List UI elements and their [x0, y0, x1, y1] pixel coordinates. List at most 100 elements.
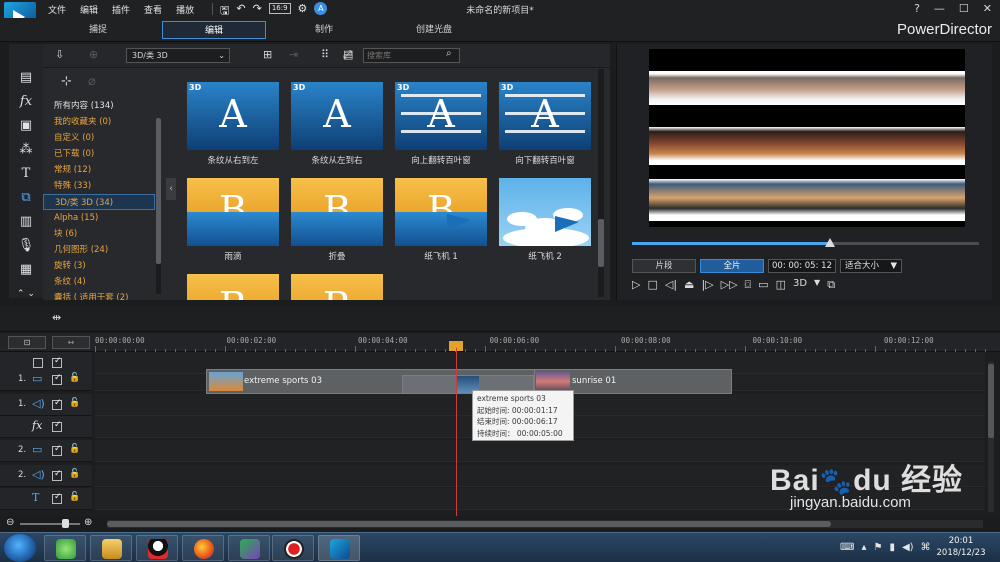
timeline-vertical-scrollbar[interactable] [988, 362, 994, 512]
transition-tile[interactable]: B [187, 274, 279, 300]
collapse-panel-button[interactable]: ‹ [166, 178, 176, 200]
maximize-icon[interactable]: ☐ [959, 2, 969, 15]
preview-scrubber[interactable] [632, 238, 979, 247]
movie-mode-button[interactable]: 全片 [700, 259, 764, 273]
select-all-box[interactable] [33, 358, 43, 368]
help-icon[interactable]: ? [914, 2, 920, 15]
category-item[interactable]: 囊括 ( 适用于套 (2) [43, 290, 155, 300]
tab-edit[interactable]: 编辑 [162, 21, 266, 39]
title-room-icon[interactable]: T [9, 162, 43, 186]
chapter-room-icon[interactable]: ▦ [9, 258, 43, 282]
import-media-icon[interactable]: ⇩ [55, 48, 64, 61]
timeline-view-button[interactable]: ⊡ [8, 336, 46, 349]
track-enable-checkbox[interactable] [52, 420, 62, 432]
taskbar-app-firefox[interactable] [182, 535, 224, 561]
timeline-horizontal-scrollbar[interactable] [107, 520, 983, 528]
particle-room-icon[interactable]: ⁂ [9, 138, 43, 162]
track-lock-icon[interactable]: 🔓 [69, 469, 80, 479]
transition-tile[interactable]: B 纸飞机 1 [395, 178, 487, 262]
system-clock[interactable]: 20:01 2018/12/23 [926, 535, 996, 559]
search-icon[interactable]: ⌕ [446, 48, 452, 59]
transition-tile[interactable]: B 雨滴 [187, 178, 279, 262]
tray-expand-icon[interactable]: ▴ [861, 542, 866, 553]
zoom-out-icon[interactable]: ⊖ [6, 517, 14, 528]
security-flag-icon[interactable]: ⚑ [873, 542, 882, 553]
voiceover-room-icon[interactable]: 🎙 [9, 234, 43, 258]
transition-tile[interactable]: B [291, 274, 383, 300]
zoom-slider[interactable] [20, 523, 80, 525]
track-lock-icon[interactable]: 🔓 [69, 492, 80, 502]
speaker-icon[interactable]: ◀) [902, 542, 914, 553]
menu-file[interactable]: 文件 [48, 3, 66, 16]
network-icon[interactable]: ▮ [889, 542, 895, 553]
fit-size-select[interactable]: 适合大小 ▼ [840, 259, 902, 273]
clip-mode-button[interactable]: 片段 [632, 259, 696, 273]
transition-tile[interactable]: B 折叠 [291, 178, 383, 262]
track-enable-checkbox[interactable] [52, 469, 62, 481]
menu-edit[interactable]: 编辑 [80, 3, 98, 16]
timeline-vscroll-thumb[interactable] [988, 364, 994, 438]
volume-icon[interactable]: ◫ [776, 278, 786, 292]
tab-create-disc[interactable]: 创建光盘 [382, 21, 486, 39]
scrubber-handle[interactable] [824, 238, 835, 247]
category-item[interactable]: 所有内容 (134) [43, 98, 155, 114]
category-scrollbar[interactable] [156, 118, 161, 294]
storyboard-view-button[interactable]: ⇿ [52, 336, 90, 349]
category-item[interactable]: 条纹 (4) [43, 274, 155, 290]
category-item[interactable]: 已下载 (0) [43, 146, 155, 162]
next-frame-icon[interactable]: |▷ [701, 278, 713, 292]
transition-tile[interactable]: 纸飞机 2 [499, 178, 591, 262]
category-select[interactable]: 3D/类 3D ⌄ [126, 48, 230, 63]
category-item[interactable]: 几何图形 (24) [43, 242, 155, 258]
category-item[interactable]: 我的收藏夹 (0) [43, 114, 155, 130]
taskbar-app-qq[interactable] [136, 535, 178, 561]
play-icon[interactable]: ▷ [632, 278, 640, 292]
expand-icon[interactable]: ⤢ [343, 48, 352, 62]
keyboard-icon[interactable]: ⌨ [840, 542, 854, 553]
taskbar-app-explorer[interactable] [90, 535, 132, 561]
start-button-icon[interactable] [4, 534, 36, 562]
category-scroll-thumb[interactable] [156, 118, 161, 264]
track-enable-checkbox[interactable] [52, 373, 62, 385]
close-icon[interactable]: ✕ [983, 2, 992, 15]
tab-produce[interactable]: 制作 [272, 21, 376, 39]
taskbar-app-powerdirector[interactable] [318, 535, 360, 561]
snapshot-marker-icon[interactable]: ⏏ [684, 278, 694, 292]
track-enable-checkbox[interactable] [52, 444, 62, 456]
transition-tile[interactable]: A 3D 条纹从左到右 [291, 82, 383, 166]
category-item[interactable]: 常规 (12) [43, 162, 155, 178]
subtitle-icon[interactable]: ▭ [758, 278, 768, 292]
category-item[interactable]: 3D/类 3D (34) [43, 194, 155, 210]
category-item[interactable]: 特殊 (33) [43, 178, 155, 194]
category-item[interactable]: Alpha (15) [43, 210, 155, 226]
camera-snapshot-icon[interactable]: ⌼ [745, 278, 752, 292]
stop-icon[interactable]: □ [647, 278, 657, 292]
add-to-timeline-icon[interactable]: ⊞ [263, 48, 272, 61]
grid-scrollbar[interactable] [598, 69, 604, 297]
add-category-icon[interactable]: ⊹ [61, 74, 72, 89]
track-enable-checkbox[interactable] [52, 492, 62, 504]
undock-preview-icon[interactable]: ⧉ [827, 278, 835, 292]
track-lock-icon[interactable]: 🔓 [69, 444, 80, 454]
track-enable-checkbox[interactable] [52, 356, 62, 368]
3d-mode-button[interactable]: 3D [793, 278, 807, 292]
audio-mixing-room-icon[interactable]: ▥ [9, 210, 43, 234]
grid-view-icon[interactable]: ⠿ [321, 48, 329, 61]
prev-frame-icon[interactable]: ◁| [665, 278, 677, 292]
category-item[interactable]: 自定义 (0) [43, 130, 155, 146]
timeline-ruler[interactable]: 00:00:00:00 00:00:02:00 00:00:04:00 00:00:0… [95, 333, 986, 352]
aspect-ratio-button[interactable]: 16:9 [268, 3, 291, 14]
3d-dropdown-icon[interactable]: ▼ [814, 278, 820, 292]
taskbar-app-360[interactable] [44, 535, 86, 561]
transition-tile[interactable]: A 3D 向下翻转百叶窗 [499, 82, 591, 166]
track-lock-icon[interactable]: 🔓 [69, 398, 80, 408]
taskbar-app-recorder[interactable] [272, 535, 314, 561]
transition-room-icon[interactable]: ⧉ [9, 186, 43, 210]
fast-forward-icon[interactable]: ▷▷ [721, 278, 738, 292]
grid-scroll-thumb[interactable] [598, 219, 604, 267]
upgrade-badge-icon[interactable]: A [314, 2, 328, 15]
transition-tile[interactable]: A 3D 向上翻转百叶窗 [395, 82, 487, 166]
menu-view[interactable]: 查看 [144, 3, 162, 16]
transition-tile[interactable]: A 3D 条纹从右到左 [187, 82, 279, 166]
track-enable-checkbox[interactable] [52, 398, 62, 410]
